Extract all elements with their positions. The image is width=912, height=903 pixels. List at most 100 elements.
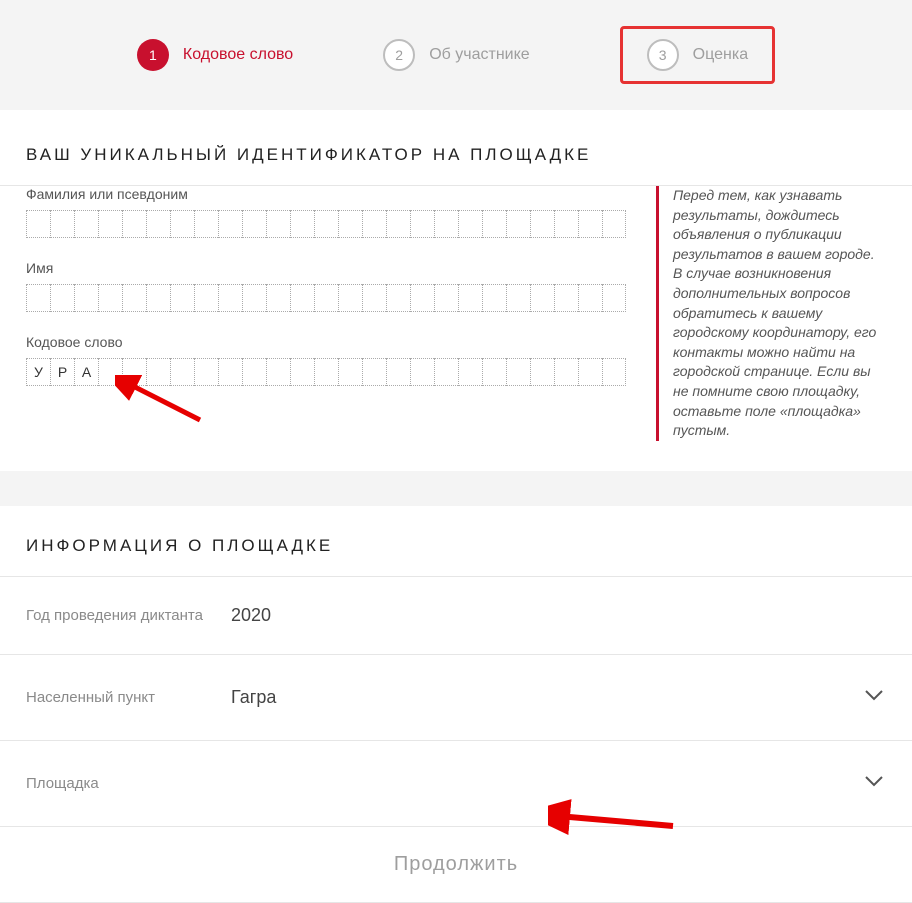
letter-cell[interactable] <box>314 210 338 238</box>
surname-label: Фамилия или псевдоним <box>26 186 630 202</box>
step-3-circle: 3 <box>647 39 679 71</box>
letter-cell[interactable] <box>458 210 482 238</box>
letter-cell[interactable] <box>338 358 362 386</box>
letter-cell[interactable] <box>266 284 290 312</box>
letter-cell[interactable] <box>74 210 98 238</box>
letter-cell[interactable] <box>434 284 458 312</box>
letter-cell[interactable] <box>506 358 530 386</box>
letter-cell[interactable] <box>98 210 122 238</box>
row-city[interactable]: Населенный пункт Гагра <box>0 654 912 740</box>
letter-cell[interactable] <box>602 210 626 238</box>
letter-cell[interactable] <box>266 210 290 238</box>
step-2-participant[interactable]: 2 Об участнике <box>383 39 529 71</box>
letter-cell[interactable] <box>386 284 410 312</box>
letter-cell[interactable] <box>602 284 626 312</box>
letter-cell[interactable] <box>98 358 122 386</box>
letter-cell[interactable] <box>194 358 218 386</box>
codeword-input[interactable]: УРА <box>26 358 630 386</box>
continue-row: Продолжить <box>0 826 912 903</box>
letter-cell[interactable] <box>218 210 242 238</box>
surname-input[interactable] <box>26 210 630 238</box>
letter-cell[interactable] <box>146 284 170 312</box>
letter-cell[interactable] <box>122 284 146 312</box>
letter-cell[interactable] <box>410 358 434 386</box>
letter-cell[interactable] <box>218 284 242 312</box>
letter-cell[interactable] <box>194 284 218 312</box>
stepper: 1 Кодовое слово 2 Об участнике 3 Оценка <box>0 0 912 110</box>
letter-cell[interactable] <box>554 210 578 238</box>
letter-cell[interactable] <box>578 210 602 238</box>
letter-cell[interactable] <box>410 284 434 312</box>
letter-cell[interactable] <box>314 358 338 386</box>
letter-cell[interactable] <box>362 284 386 312</box>
step-1-codeword[interactable]: 1 Кодовое слово <box>137 39 293 71</box>
letter-cell[interactable] <box>290 210 314 238</box>
codeword-label: Кодовое слово <box>26 334 630 350</box>
letter-cell[interactable] <box>530 358 554 386</box>
letter-cell[interactable] <box>482 358 506 386</box>
letter-cell[interactable] <box>362 210 386 238</box>
letter-cell[interactable] <box>482 210 506 238</box>
letter-cell[interactable] <box>98 284 122 312</box>
letter-cell[interactable] <box>170 358 194 386</box>
step-3-label: Оценка <box>693 46 748 64</box>
field-codeword: Кодовое слово УРА <box>26 334 630 386</box>
letter-cell[interactable] <box>482 284 506 312</box>
letter-cell[interactable] <box>458 284 482 312</box>
letter-cell[interactable] <box>26 284 50 312</box>
letter-cell[interactable] <box>410 210 434 238</box>
letter-cell[interactable] <box>146 210 170 238</box>
letter-cell[interactable] <box>290 284 314 312</box>
letter-cell[interactable] <box>74 284 98 312</box>
letter-cell[interactable] <box>434 358 458 386</box>
letter-cell[interactable] <box>122 210 146 238</box>
letter-cell[interactable] <box>218 358 242 386</box>
letter-cell[interactable] <box>314 284 338 312</box>
letter-cell[interactable] <box>506 210 530 238</box>
letter-cell[interactable] <box>434 210 458 238</box>
city-value: Гагра <box>231 687 856 708</box>
letter-cell[interactable] <box>50 284 74 312</box>
letter-cell[interactable]: А <box>74 358 98 386</box>
letter-cell[interactable] <box>242 284 266 312</box>
letter-cell[interactable] <box>266 358 290 386</box>
gray-spacer <box>0 471 912 506</box>
letter-cell[interactable] <box>506 284 530 312</box>
letter-cell[interactable] <box>242 210 266 238</box>
city-label: Населенный пункт <box>26 689 231 706</box>
letter-cell[interactable] <box>458 358 482 386</box>
letter-cell[interactable] <box>338 284 362 312</box>
letter-cell[interactable] <box>530 284 554 312</box>
letter-cell[interactable] <box>554 284 578 312</box>
letter-cell[interactable] <box>242 358 266 386</box>
letter-cell[interactable] <box>362 358 386 386</box>
letter-cell[interactable]: Р <box>50 358 74 386</box>
name-input[interactable] <box>26 284 630 312</box>
letter-cell[interactable] <box>26 210 50 238</box>
letter-cell[interactable] <box>554 358 578 386</box>
letter-cell[interactable] <box>194 210 218 238</box>
letter-cell[interactable] <box>386 210 410 238</box>
continue-button[interactable]: Продолжить <box>394 853 518 876</box>
venue-section-title: ИНФОРМАЦИЯ О ПЛОЩАДКЕ <box>0 506 912 576</box>
row-year: Год проведения диктанта 2020 <box>0 576 912 654</box>
field-name: Имя <box>26 260 630 312</box>
letter-cell[interactable] <box>338 210 362 238</box>
letter-cell[interactable] <box>122 358 146 386</box>
letter-cell[interactable] <box>290 358 314 386</box>
letter-cell[interactable]: У <box>26 358 50 386</box>
letter-cell[interactable] <box>578 358 602 386</box>
letter-cell[interactable] <box>530 210 554 238</box>
letter-cell[interactable] <box>602 358 626 386</box>
hint-text: Перед тем, как узнавать результаты, дожд… <box>656 186 886 441</box>
step-3-grade[interactable]: 3 Оценка <box>620 26 775 84</box>
letter-cell[interactable] <box>170 284 194 312</box>
step-2-circle: 2 <box>383 39 415 71</box>
letter-cell[interactable] <box>146 358 170 386</box>
letter-cell[interactable] <box>50 210 74 238</box>
step-1-circle: 1 <box>137 39 169 71</box>
letter-cell[interactable] <box>170 210 194 238</box>
letter-cell[interactable] <box>386 358 410 386</box>
row-site[interactable]: Площадка <box>0 740 912 826</box>
letter-cell[interactable] <box>578 284 602 312</box>
